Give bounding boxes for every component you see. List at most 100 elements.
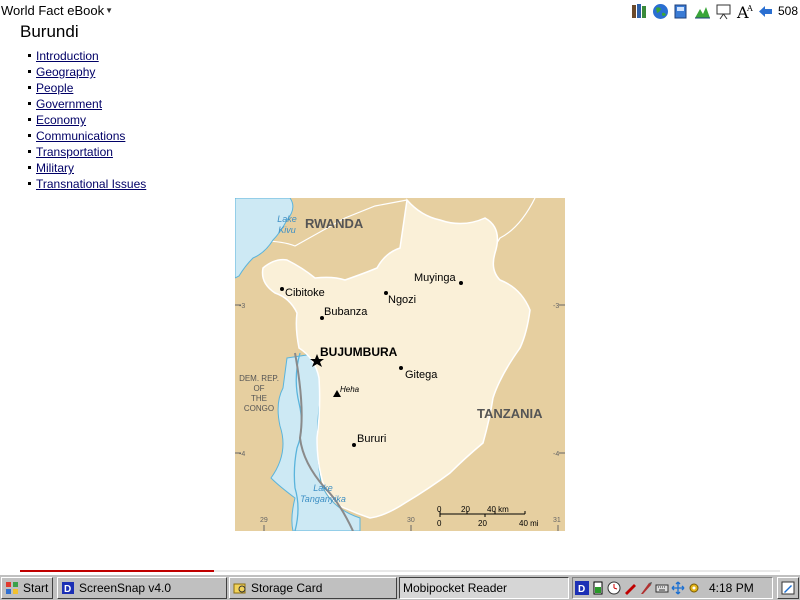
- nav-item-people: People: [28, 80, 146, 96]
- grid-label-lon-29: 29: [260, 517, 268, 524]
- svg-text:D: D: [64, 584, 71, 595]
- settings-icon[interactable]: [687, 581, 701, 595]
- label-bubanza: Bubanza: [324, 306, 368, 318]
- start-label: Start: [23, 581, 49, 595]
- nav-item-communications: Communications: [28, 128, 146, 144]
- nav-link-people[interactable]: People: [36, 81, 73, 95]
- nav-item-introduction: Introduction: [28, 48, 146, 64]
- label-drc-line-1: DEM. REP.: [239, 374, 279, 383]
- bullet-icon: [28, 54, 31, 57]
- nav-link-economy[interactable]: Economy: [36, 113, 86, 127]
- label-lake-kivu-1: Lake: [277, 214, 297, 224]
- bullet-icon: [28, 182, 31, 185]
- grid-label-lon-31: 31: [553, 517, 561, 524]
- taskbar-mobipocket-label: Mobipocket Reader: [403, 581, 508, 595]
- dropdown-arrow-icon: ▼: [105, 6, 114, 15]
- mobipocket-d-icon[interactable]: D: [575, 581, 589, 595]
- pen-icon[interactable]: [623, 581, 637, 595]
- stylus-icon[interactable]: [639, 581, 653, 595]
- keyboard-icon[interactable]: [655, 581, 669, 595]
- taskbar: Start D ScreenSnap v4.0 Storage Card Mob…: [0, 574, 800, 600]
- grid-label-lat-3-right: -3: [553, 303, 559, 310]
- nav-link-transportation[interactable]: Transportation: [36, 145, 113, 159]
- nav-link-military[interactable]: Military: [36, 161, 74, 175]
- font-size-icon[interactable]: AA: [735, 2, 754, 20]
- nav-item-geography: Geography: [28, 64, 146, 80]
- scale-mi-20: 20: [478, 519, 487, 528]
- grid-label-lat-3: -3: [239, 303, 245, 310]
- taskbar-clock[interactable]: 4:18 PM: [709, 581, 754, 595]
- page-number: 508: [777, 4, 798, 18]
- grid-label-lon-30: 30: [407, 517, 415, 524]
- nav-item-military: Military: [28, 160, 146, 176]
- move-icon[interactable]: [671, 581, 685, 595]
- nav-link-introduction[interactable]: Introduction: [36, 49, 99, 63]
- windows-flag-icon: [6, 582, 18, 594]
- label-lake-tanganyika-2: Tanganyika: [300, 494, 346, 504]
- scale-km-0: 0: [437, 505, 442, 514]
- label-drc-line-2: OF: [253, 384, 264, 393]
- top-bar: World Fact eBook▼ AA 508: [0, 0, 800, 22]
- scale-km-40: 40 km: [487, 505, 509, 514]
- presentation-icon[interactable]: [714, 2, 733, 20]
- start-button[interactable]: Start: [1, 577, 53, 599]
- system-tray: D 4:18 PM: [572, 577, 773, 599]
- bullet-icon: [28, 70, 31, 73]
- svg-text:A: A: [746, 4, 753, 13]
- nav-item-transnational-issues: Transnational Issues: [28, 176, 146, 192]
- taskbar-storage-card-label: Storage Card: [251, 581, 323, 595]
- toolbar: AA 508: [628, 1, 800, 21]
- label-lake-kivu-2: Kivu: [278, 225, 296, 235]
- book-icon[interactable]: [672, 2, 691, 20]
- grid-label-lat-4-right: -4: [553, 451, 559, 458]
- globe-icon[interactable]: [651, 2, 670, 20]
- label-cibitoke: Cibitoke: [285, 287, 325, 299]
- label-lake-tanganyika-1: Lake: [313, 483, 333, 493]
- section-nav: Introduction Geography People Government…: [28, 48, 146, 192]
- svg-text:D: D: [578, 584, 585, 595]
- bullet-icon: [28, 102, 31, 105]
- label-drc-line-3: THE: [251, 394, 267, 403]
- city-dot: [352, 443, 356, 447]
- bullet-icon: [28, 150, 31, 153]
- battery-icon[interactable]: [591, 581, 605, 595]
- label-bujumbura: BUJUMBURA: [320, 345, 398, 359]
- page-title: Burundi: [20, 22, 79, 41]
- label-heha: Heha: [340, 385, 360, 394]
- app-title: World Fact eBook: [1, 3, 105, 18]
- country-map: RWANDA TANZANIA DEM. REP. OF THE CONGO L…: [234, 197, 565, 532]
- label-bururi: Bururi: [357, 433, 386, 445]
- reading-progress-fill: [20, 570, 214, 572]
- bullet-icon: [28, 166, 31, 169]
- taskbar-storage-card-button[interactable]: Storage Card: [229, 577, 397, 599]
- reading-progress-bar: [20, 570, 780, 572]
- screensnap-icon: D: [62, 582, 74, 595]
- library-icon[interactable]: [630, 2, 649, 20]
- label-muyinga: Muyinga: [414, 272, 456, 284]
- back-arrow-icon[interactable]: [756, 2, 775, 20]
- city-dot: [459, 281, 463, 285]
- city-dot: [399, 366, 403, 370]
- label-gitega: Gitega: [405, 369, 438, 381]
- chart-icon[interactable]: [693, 2, 712, 20]
- city-dot: [280, 287, 284, 291]
- bullet-icon: [28, 118, 31, 121]
- taskbar-mobipocket-button[interactable]: Mobipocket Reader: [399, 577, 569, 599]
- bullet-icon: [28, 86, 31, 89]
- nav-link-government[interactable]: Government: [36, 97, 102, 111]
- nav-link-transnational-issues[interactable]: Transnational Issues: [36, 177, 146, 191]
- bullet-icon: [28, 134, 31, 137]
- nav-item-economy: Economy: [28, 112, 146, 128]
- input-panel-button[interactable]: [777, 577, 799, 599]
- nav-link-communications[interactable]: Communications: [36, 129, 125, 143]
- clock-icon[interactable]: [607, 581, 621, 595]
- taskbar-screensnap-label: ScreenSnap v4.0: [79, 581, 172, 595]
- scale-km-20: 20: [461, 505, 470, 514]
- label-rwanda: RWANDA: [305, 216, 364, 231]
- nav-link-geography[interactable]: Geography: [36, 65, 95, 79]
- taskbar-screensnap-button[interactable]: D ScreenSnap v4.0: [57, 577, 227, 599]
- nav-item-government: Government: [28, 96, 146, 112]
- label-drc-line-4: CONGO: [244, 404, 274, 413]
- app-title-menu[interactable]: World Fact eBook▼: [1, 3, 113, 18]
- nav-item-transportation: Transportation: [28, 144, 146, 160]
